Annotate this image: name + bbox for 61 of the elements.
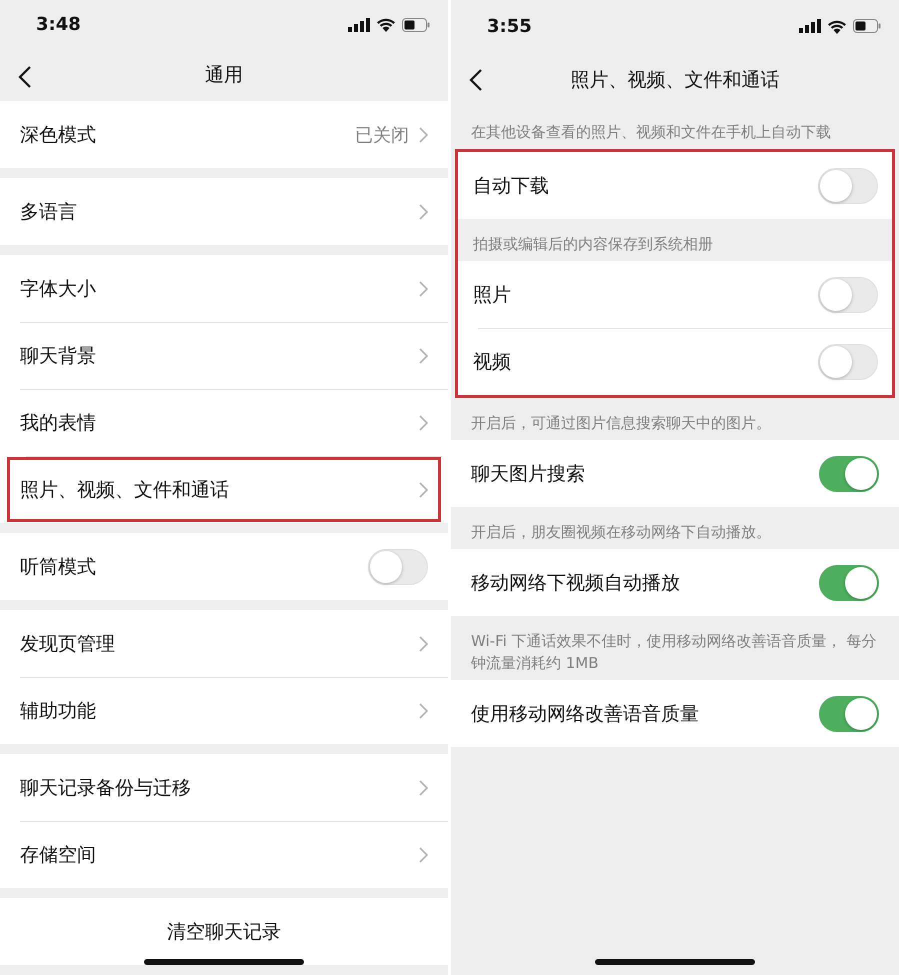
- settings-row[interactable]: 辅助功能: [0, 677, 448, 744]
- section-note: 拍摄或编辑后的内容保存到系统相册: [472, 234, 714, 255]
- row-label: 照片: [473, 282, 512, 308]
- battery-icon: [402, 18, 430, 32]
- chevron-icon: [419, 414, 428, 430]
- battery-icon: [853, 19, 881, 33]
- row-label: 自动下载: [473, 174, 550, 198]
- toggle-switch[interactable]: [819, 564, 879, 600]
- signal-icon: [348, 18, 370, 32]
- settings-row[interactable]: 聊天背景: [0, 322, 448, 389]
- row-label: 移动网络下视频自动播放: [471, 570, 681, 596]
- settings-row[interactable]: 听筒模式: [0, 533, 448, 600]
- section-note: Wi-Fi 下通话效果不佳时，使用移动网络改善语音质量， 每分钟流量消耗约 1MB: [470, 631, 878, 674]
- chevron-icon: [419, 126, 428, 142]
- chevron-icon: [419, 348, 428, 364]
- settings-row[interactable]: 多语言: [0, 178, 448, 245]
- row-label: 照片、视频、文件和通话: [20, 478, 230, 502]
- action-label: 清空聊天记录: [167, 920, 281, 944]
- settings-row[interactable]: 存储空间: [0, 821, 448, 888]
- row-label: 聊天记录备份与迁移: [20, 776, 192, 800]
- row-label: 辅助功能: [20, 698, 97, 724]
- settings-row[interactable]: 字体大小: [0, 255, 448, 322]
- chevron-icon: [419, 636, 428, 652]
- section-note: 开启后，可通过图片信息搜索聊天中的图片。: [470, 413, 772, 434]
- signal-icon: [799, 19, 821, 33]
- chevron-icon: [419, 780, 428, 796]
- chevron-icon: [419, 846, 428, 862]
- clear-chat-button[interactable]: 清空聊天记录: [0, 898, 448, 965]
- row-label: 聊天图片搜索: [471, 462, 586, 486]
- chevron-icon: [419, 702, 428, 718]
- row-label: 视频: [473, 350, 512, 374]
- row-label: 听筒模式: [20, 554, 97, 580]
- row-label: 聊天背景: [20, 344, 97, 368]
- back-icon[interactable]: [18, 65, 32, 90]
- toggle-switch[interactable]: [819, 456, 879, 492]
- row-label: 我的表情: [20, 410, 97, 436]
- settings-row[interactable]: 我的表情: [0, 389, 448, 456]
- wifi-icon: [376, 17, 396, 32]
- settings-row[interactable]: 深色模式 已关闭: [0, 101, 448, 168]
- page-title: 照片、视频、文件和通话: [570, 68, 780, 92]
- settings-row[interactable]: 发现页管理: [0, 610, 448, 677]
- row-label: 发现页管理: [20, 632, 116, 656]
- row-label: 使用移动网络改善语音质量: [471, 702, 700, 726]
- chevron-icon: [419, 482, 428, 498]
- section-note: 开启后，朋友圈视频在移动网络下自动播放。: [470, 522, 772, 543]
- row-value: 已关闭: [355, 124, 409, 146]
- status-time: 3:48: [36, 14, 81, 36]
- row-label: 深色模式: [20, 122, 97, 148]
- back-icon[interactable]: [469, 68, 483, 92]
- row-label: 字体大小: [20, 276, 97, 302]
- chevron-icon: [419, 204, 428, 220]
- chevron-icon: [419, 280, 428, 296]
- wifi-icon: [827, 18, 847, 34]
- toggle-switch[interactable]: [819, 696, 879, 732]
- status-time: 3:55: [487, 16, 532, 36]
- section-note: 在其他设备查看的照片、视频和文件在手机上自动下载: [470, 122, 832, 143]
- page-title: 通用: [205, 63, 243, 88]
- settings-row[interactable]: 聊天记录备份与迁移: [0, 754, 448, 821]
- settings-row[interactable]: 照片、视频、文件和通话: [6, 456, 442, 523]
- row-label: 多语言: [20, 200, 78, 224]
- row-label: 存储空间: [20, 842, 97, 868]
